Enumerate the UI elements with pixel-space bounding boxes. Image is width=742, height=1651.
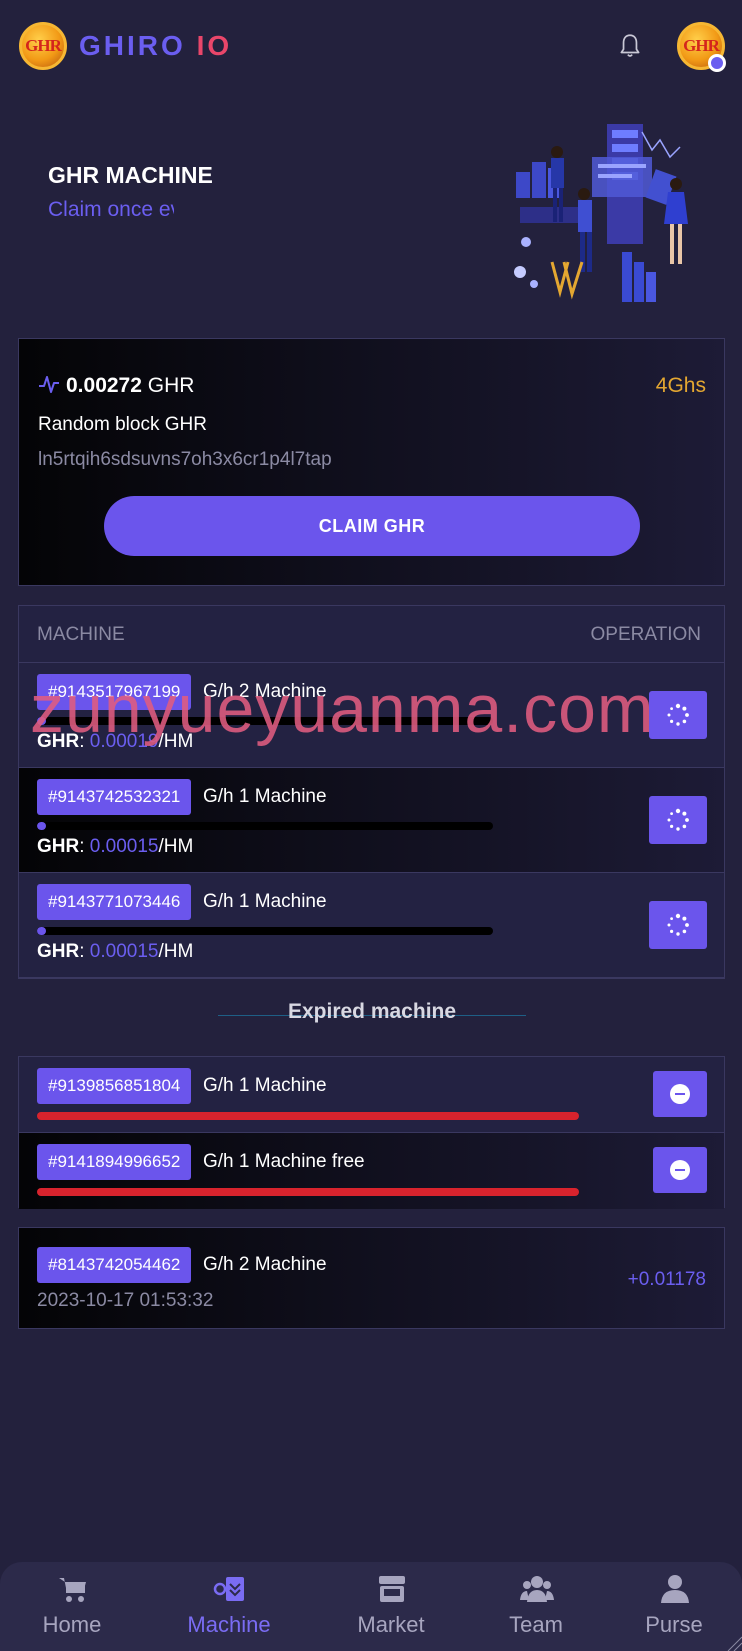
machine-icon	[213, 1577, 244, 1601]
logo-coin-icon[interactable]: GHR	[19, 22, 67, 70]
user-icon	[661, 1575, 689, 1603]
table-header: MACHINE OPERATION	[19, 606, 724, 663]
app-header: GHR GHIRO IO GHR	[0, 0, 742, 92]
machine-name: G/h 1 Machine	[203, 891, 327, 912]
machine-id-badge: #9143517967199	[37, 674, 192, 710]
machine-name: G/h 1 Machine	[203, 786, 327, 807]
remove-button[interactable]	[653, 1147, 707, 1193]
claim-ghr-button[interactable]: CLAIM GHR	[104, 496, 640, 556]
nav-item-market[interactable]: Market	[331, 1562, 451, 1651]
team-icon	[520, 1576, 554, 1602]
claim-amount: 0.00272 GHR	[66, 374, 195, 397]
nav-label: Purse	[645, 1612, 703, 1637]
machine-table: MACHINE OPERATION #9143517967199 G/h 2 M…	[18, 605, 725, 979]
speed-badge: 4Ghs	[655, 374, 706, 397]
machine-rate: GHR: 0.00019/HM	[37, 731, 194, 752]
pulse-icon	[39, 376, 59, 393]
expired-row: #9139856851804 G/h 1 Machine	[19, 1057, 724, 1133]
random-block-label: Random block GHR	[38, 414, 207, 435]
machine-name: G/h 2 Machine	[203, 1254, 327, 1275]
minus-icon	[670, 1160, 690, 1180]
loading-spinner-button[interactable]	[649, 796, 707, 844]
record-timestamp: 2023-10-17 01:53:32	[37, 1290, 214, 1311]
nav-item-purse[interactable]: Purse	[614, 1562, 734, 1651]
hero-subtitle: Claim once every	[48, 198, 174, 221]
remove-button[interactable]	[653, 1071, 707, 1117]
machine-rate: GHR: 0.00015/HM	[37, 836, 194, 857]
record-amount: +0.01178	[627, 1269, 706, 1290]
nav-label: Machine	[187, 1612, 271, 1637]
loading-spinner-button[interactable]	[649, 901, 707, 949]
expired-row: #9141894996652 G/h 1 Machine free	[19, 1133, 724, 1209]
machine-row: #9143517967199 G/h 2 Machine GHR: 0.0001…	[19, 663, 724, 768]
progress-fill	[37, 717, 47, 725]
progress-fill	[37, 927, 47, 935]
loading-icon	[667, 703, 689, 726]
machine-id-badge: #8143742054462	[37, 1247, 192, 1283]
loading-icon	[667, 913, 689, 936]
machine-name: G/h 1 Machine	[203, 1075, 327, 1096]
store-icon	[379, 1576, 405, 1602]
machine-progress	[37, 927, 493, 935]
column-operation: OPERATION	[590, 624, 702, 645]
brand-name: GHIRO IO	[79, 30, 233, 61]
cart-icon	[59, 1578, 86, 1602]
machine-progress	[37, 822, 493, 830]
resize-grip-icon	[727, 1636, 742, 1651]
loading-spinner-button[interactable]	[649, 691, 707, 739]
expired-progress	[37, 1188, 579, 1196]
progress-fill	[37, 822, 47, 830]
minus-icon	[670, 1084, 690, 1104]
bell-icon[interactable]	[617, 32, 643, 60]
nav-label: Home	[42, 1612, 102, 1637]
hero-title: GHR MACHINE	[48, 162, 213, 188]
nav-item-team[interactable]: Team	[476, 1562, 596, 1651]
bottom-nav: Home Machine Market Team Purse	[0, 1562, 742, 1651]
machine-name: G/h 1 Machine free	[203, 1151, 365, 1172]
nav-item-home[interactable]: Home	[12, 1562, 132, 1651]
claim-record-card: #8143742054462 G/h 2 Machine 2023-10-17 …	[18, 1227, 725, 1329]
machine-id-badge: #9139856851804	[37, 1068, 192, 1104]
machine-rate: GHR: 0.00015/HM	[37, 941, 194, 962]
machine-progress	[37, 717, 493, 725]
expired-heading: Expired machine	[218, 1000, 526, 1032]
machine-row: #9143742532321 G/h 1 Machine GHR: 0.0001…	[19, 768, 724, 873]
claim-card: 0.00272 GHR 4Ghs Random block GHR ln5rtq…	[18, 338, 725, 586]
nav-label: Market	[357, 1612, 425, 1637]
expired-progress	[37, 1112, 579, 1120]
machine-id-badge: #9143771073446	[37, 884, 192, 920]
loading-icon	[667, 808, 689, 831]
nav-label: Team	[509, 1612, 563, 1637]
block-hash: ln5rtqih6sdsuvns7oh3x6cr1p4l7tap	[38, 449, 332, 470]
column-machine: MACHINE	[37, 624, 125, 645]
expired-machine-list: #9139856851804 G/h 1 Machine #9141894996…	[18, 1056, 725, 1209]
machine-id-badge: #9143742532321	[37, 779, 192, 815]
machine-row: #9143771073446 G/h 1 Machine GHR: 0.0001…	[19, 873, 724, 978]
avatar-status-dot	[708, 54, 726, 72]
expired-title: Expired machine	[287, 1000, 457, 1023]
nav-item-machine[interactable]: Machine	[169, 1562, 289, 1651]
mining-illustration-icon	[514, 124, 688, 302]
machine-name: G/h 2 Machine	[203, 681, 327, 702]
machine-id-badge: #9141894996652	[37, 1144, 192, 1180]
